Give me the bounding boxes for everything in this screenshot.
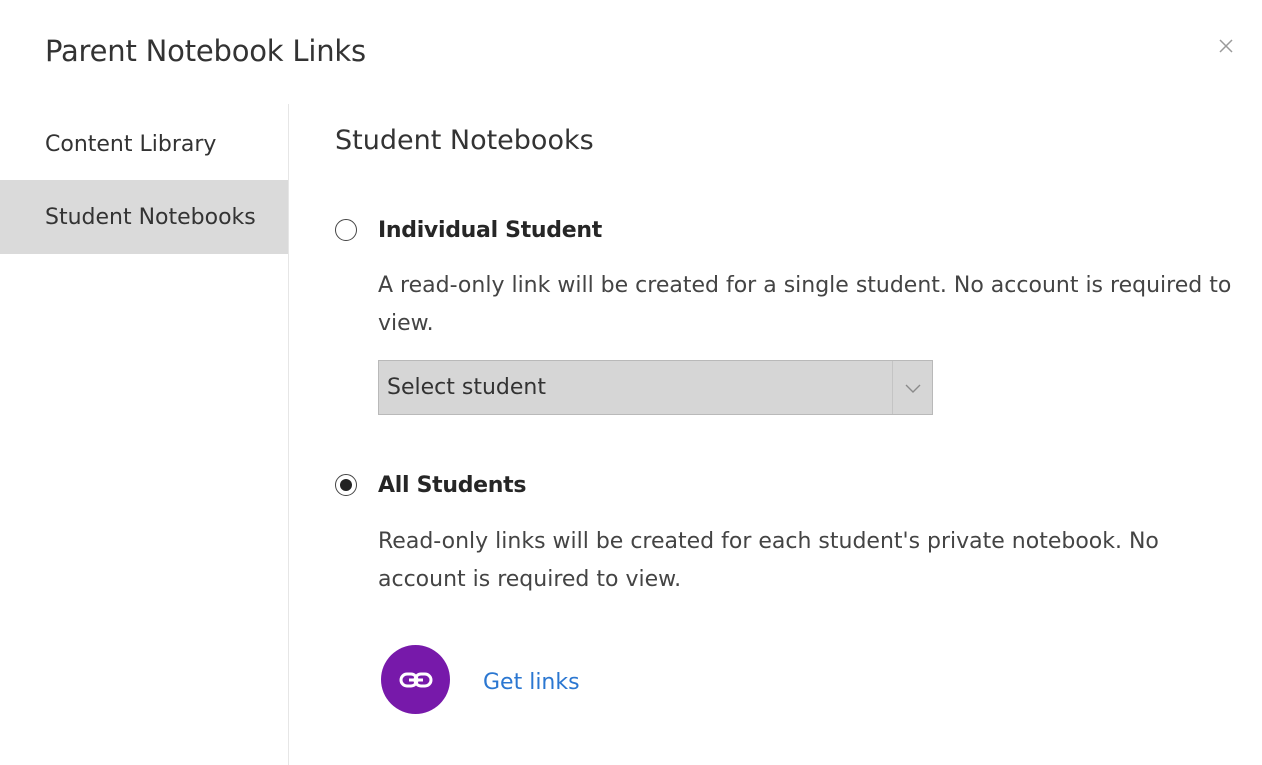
all-students-description: Read-only links will be created for each… xyxy=(378,529,1159,592)
get-links-link[interactable]: Get links xyxy=(483,670,580,695)
get-links-icon-button[interactable] xyxy=(381,645,450,714)
student-select[interactable]: Select student xyxy=(378,360,933,415)
radio-selected-dot xyxy=(340,479,352,491)
chevron-down-icon xyxy=(905,384,920,393)
close-button[interactable] xyxy=(1212,32,1240,60)
dialog-title: Parent Notebook Links xyxy=(45,34,366,68)
individual-student-radio[interactable] xyxy=(335,219,357,241)
individual-student-option[interactable]: Individual Student xyxy=(335,215,602,245)
main-panel: Student Notebooks Individual Student A r… xyxy=(289,104,1262,765)
close-icon xyxy=(1219,39,1233,53)
link-icon xyxy=(399,672,432,687)
sidebar-item-label: Content Library xyxy=(45,131,217,157)
student-select-value: Select student xyxy=(387,375,546,400)
option-label: All Students xyxy=(378,472,527,498)
section-title: Student Notebooks xyxy=(335,125,594,156)
sidebar-item-content-library[interactable]: Content Library xyxy=(0,107,288,181)
option-label: Individual Student xyxy=(378,217,602,243)
sidebar-item-student-notebooks[interactable]: Student Notebooks xyxy=(0,180,288,254)
sidebar: Content Library Student Notebooks xyxy=(0,104,289,765)
all-students-radio[interactable] xyxy=(335,474,357,496)
individual-student-description: A read-only link will be created for a s… xyxy=(378,273,1232,336)
sidebar-item-label: Student Notebooks xyxy=(45,204,256,230)
all-students-option[interactable]: All Students xyxy=(335,470,526,500)
parent-notebook-links-dialog: Parent Notebook Links Content Library St… xyxy=(0,0,1262,765)
select-arrow[interactable] xyxy=(892,361,932,414)
